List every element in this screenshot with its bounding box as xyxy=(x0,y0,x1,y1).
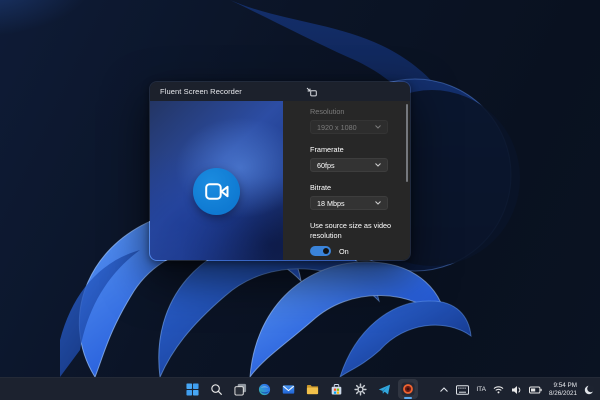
battery-icon xyxy=(529,385,542,395)
tray-chevron-button[interactable] xyxy=(439,386,449,394)
clock[interactable]: 9:54 PM 8/26/2021 xyxy=(549,382,577,397)
framerate-dropdown[interactable]: 60fps xyxy=(310,158,388,172)
start-button[interactable] xyxy=(182,379,202,399)
windows-start-icon xyxy=(186,383,199,396)
bitrate-value: 18 Mbps xyxy=(317,199,345,208)
chevron-down-icon xyxy=(375,125,381,129)
microsoft-store-button[interactable] xyxy=(326,379,346,399)
telegram-button[interactable] xyxy=(374,379,394,399)
fluent-screen-recorder-window: Fluent Screen Recorder xyxy=(149,81,411,261)
battery-button[interactable] xyxy=(529,385,542,395)
source-size-toggle[interactable] xyxy=(310,246,331,256)
preview-pane xyxy=(150,101,283,260)
settings-scrollbar[interactable] xyxy=(406,104,408,182)
desktop: Fluent Screen Recorder xyxy=(0,0,600,400)
tray-time: 9:54 PM xyxy=(549,382,577,390)
framerate-value: 60fps xyxy=(317,161,335,170)
search-icon xyxy=(210,383,223,396)
wifi-icon xyxy=(493,385,504,394)
taskbar: ITA xyxy=(0,377,600,400)
language-indicator[interactable]: ITA xyxy=(476,386,486,393)
resolution-label: Resolution xyxy=(310,107,410,116)
touch-keyboard-icon xyxy=(456,385,469,395)
mail-icon xyxy=(282,383,295,396)
bitrate-dropdown[interactable]: 18 Mbps xyxy=(310,196,388,210)
chevron-up-icon xyxy=(439,386,449,394)
toggle-state-label: On xyxy=(339,247,349,256)
settings-app-button[interactable] xyxy=(350,379,370,399)
task-view-button[interactable] xyxy=(230,379,250,399)
fluent-screen-recorder-taskbar-button[interactable] xyxy=(398,379,418,399)
volume-button[interactable] xyxy=(511,385,522,395)
record-button[interactable] xyxy=(193,168,240,215)
fluent-screen-recorder-icon xyxy=(401,382,415,396)
toggle-knob xyxy=(323,248,329,254)
touch-keyboard-button[interactable] xyxy=(456,385,469,395)
bitrate-label: Bitrate xyxy=(310,183,410,192)
wifi-button[interactable] xyxy=(493,385,504,394)
edge-icon xyxy=(258,383,271,396)
window-title: Fluent Screen Recorder xyxy=(150,87,242,96)
focus-assist-button[interactable] xyxy=(584,385,594,395)
titlebar[interactable]: Fluent Screen Recorder xyxy=(150,82,410,101)
video-camera-icon xyxy=(205,183,229,200)
source-size-label: Use source size as video resolution xyxy=(310,221,392,240)
compact-overlay-button[interactable] xyxy=(300,82,322,101)
settings-pane: Resolution 1920 x 1080 Framerate 60fps B… xyxy=(283,101,410,260)
chevron-down-icon xyxy=(375,201,381,205)
compact-overlay-icon xyxy=(306,87,317,97)
file-explorer-icon xyxy=(306,383,319,396)
microsoft-store-icon xyxy=(330,383,343,396)
resolution-dropdown[interactable]: 1920 x 1080 xyxy=(310,120,388,134)
taskbar-center-icons xyxy=(182,378,418,400)
file-explorer-button[interactable] xyxy=(302,379,322,399)
system-tray: ITA xyxy=(439,378,594,400)
resolution-value: 1920 x 1080 xyxy=(317,123,357,132)
chevron-down-icon xyxy=(375,163,381,167)
task-view-icon xyxy=(234,383,247,396)
search-button[interactable] xyxy=(206,379,226,399)
telegram-icon xyxy=(378,383,391,396)
mail-button[interactable] xyxy=(278,379,298,399)
edge-browser-button[interactable] xyxy=(254,379,274,399)
tray-date: 8/26/2021 xyxy=(549,390,577,398)
speaker-icon xyxy=(511,385,522,395)
focus-assist-moon-icon xyxy=(584,385,594,395)
framerate-label: Framerate xyxy=(310,145,410,154)
gear-icon xyxy=(354,383,367,396)
